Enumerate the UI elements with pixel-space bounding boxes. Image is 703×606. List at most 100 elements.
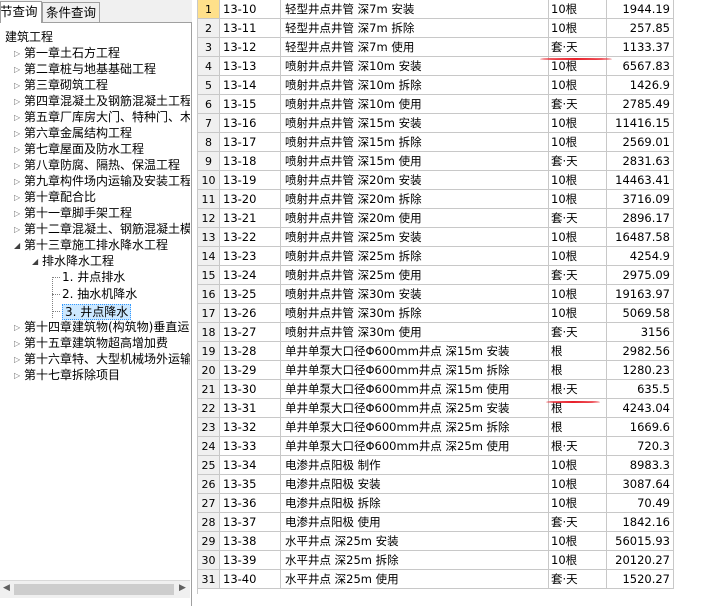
table-row[interactable]: 24 13-33 单井单泵大口径Φ600mm井点 深25m 使用 根·天 720.3 — [198, 437, 674, 456]
tree-chapter[interactable]: ▷ 第二章桩与地基基础工程 — [14, 61, 156, 77]
tree-guide-line — [52, 277, 60, 278]
tree-chapter[interactable]: ▷ 第八章防腐、隔热、保温工程 — [14, 157, 180, 173]
collapsed-arrow-icon[interactable]: ▷ — [14, 78, 24, 94]
collapsed-arrow-icon[interactable]: ▷ — [14, 368, 24, 384]
tree-chapter[interactable]: ▷ 第十一章脚手架工程 — [14, 205, 132, 221]
row-number: 9 — [198, 152, 220, 171]
table-row[interactable]: 20 13-29 单井单泵大口径Φ600mm井点 深15m 拆除根 1280.23 — [198, 361, 674, 380]
collapsed-arrow-icon[interactable]: ▷ — [14, 206, 24, 222]
quota-unit: 根 — [549, 342, 607, 361]
tree-root[interactable]: 建筑工程 — [5, 29, 53, 45]
collapsed-arrow-icon[interactable]: ▷ — [14, 174, 24, 190]
tree-chapter[interactable]: ▷ 第九章构件场内运输及安装工程 — [14, 173, 190, 189]
tree-chapter[interactable]: ◢ 第十三章施工排水降水工程 — [14, 237, 168, 253]
table-row[interactable]: 2 13-11 轻型井点井管 深7m 拆除 10根 257.85 — [198, 19, 674, 38]
quota-code: 13-25 — [220, 285, 281, 304]
collapsed-arrow-icon[interactable]: ▷ — [14, 158, 24, 174]
table-row[interactable]: 26 13-35 电渗井点阳极 安装 10根 3087.64 — [198, 475, 674, 494]
table-row[interactable]: 10 13-19 喷射井点井管 深20m 安装 10根 14463.41 — [198, 171, 674, 190]
scroll-left-icon[interactable]: ◀ — [3, 583, 10, 593]
tree-node-label: 第六章金属结构工程 — [24, 126, 133, 140]
tree-chapter[interactable]: ▷ 第十四章建筑物(构筑物)垂直运输 — [14, 319, 190, 335]
table-row[interactable]: 1 13-10 轻型井点井管 深7m 安装 10根 1944.19 — [198, 0, 674, 19]
tree-leaf[interactable]: 2. 抽水机降水 — [62, 286, 137, 302]
quota-price: 1426.9 — [607, 76, 674, 95]
table-row[interactable]: 13 13-22 喷射井点井管 深25m 安装 10根 16487.58 — [198, 228, 674, 247]
expanded-arrow-icon[interactable]: ◢ — [14, 238, 24, 254]
tree-chapter[interactable]: ▷ 第十五章建筑物超高增加费 — [14, 335, 168, 351]
quota-unit: 10根 — [549, 19, 607, 38]
tree-leaf-selected[interactable]: 3. 井点降水 — [62, 304, 132, 320]
table-row[interactable]: 28 13-37 电渗井点阳极 使用 套·天 1842.16 — [198, 513, 674, 532]
quota-name: 喷射井点井管 深25m 安装 — [281, 228, 549, 247]
scroll-right-icon[interactable]: ▶ — [179, 583, 186, 593]
table-row[interactable]: 15 13-24 喷射井点井管 深25m 使用 套·天 2975.09 — [198, 266, 674, 285]
tab-condition-query[interactable]: 条件查询 — [42, 2, 100, 22]
tree-leaf[interactable]: 1. 井点排水 — [62, 269, 125, 285]
tree-chapter[interactable]: ▷第十二章混凝土、钢筋混凝土模板及支撑工程 — [14, 221, 190, 237]
row-number: 18 — [198, 323, 220, 342]
collapsed-arrow-icon[interactable]: ▷ — [14, 126, 24, 142]
quota-unit: 套·天 — [549, 266, 607, 285]
table-row[interactable]: 4 13-13 喷射井点井管 深10m 安装 10根 6567.83 — [198, 57, 674, 76]
left-panel: 节查询 条件查询 建筑工程 ▷ 第一章土石方工程 ▷ 第二章桩与地基基础工程 ▷ 第三章砌筑… — [0, 0, 192, 606]
quota-code: 13-17 — [220, 133, 281, 152]
table-row[interactable]: 25 13-34 电渗井点阳极 制作 10根 8983.3 — [198, 456, 674, 475]
table-row[interactable]: 31 13-40 水平井点 深25m 使用 套·天 1520.27 — [198, 570, 674, 589]
row-number: 5 — [198, 76, 220, 95]
horizontal-scrollbar[interactable]: ◀ ▶ — [0, 580, 190, 598]
quota-code: 13-11 — [220, 19, 281, 38]
quota-price: 3716.09 — [607, 190, 674, 209]
table-row[interactable]: 30 13-39 水平井点 深25m 拆除 10根 20120.27 — [198, 551, 674, 570]
expanded-arrow-icon[interactable]: ◢ — [32, 254, 42, 270]
table-row[interactable]: 7 13-16 喷射井点井管 深15m 安装 10根 11416.15 — [198, 114, 674, 133]
quota-price: 2982.56 — [607, 342, 674, 361]
quota-code: 13-28 — [220, 342, 281, 361]
tab-section-query[interactable]: 节查询 — [0, 1, 42, 23]
collapsed-arrow-icon[interactable]: ▷ — [14, 336, 24, 352]
collapsed-arrow-icon[interactable]: ▷ — [14, 222, 24, 238]
collapsed-arrow-icon[interactable]: ▷ — [14, 110, 24, 126]
tree-chapter[interactable]: ▷ 第四章混凝土及钢筋混凝土工程 — [14, 93, 190, 109]
table-row[interactable]: 14 13-23 喷射井点井管 深25m 拆除 10根 4254.9 — [198, 247, 674, 266]
table-row[interactable]: 27 13-36 电渗井点阳极 拆除 10根 70.49 — [198, 494, 674, 513]
tree-chapter[interactable]: ▷ 第十六章特、大型机械场外运输 — [14, 351, 190, 367]
tree-chapter[interactable]: ▷ 第七章屋面及防水工程 — [14, 141, 144, 157]
quota-code: 13-23 — [220, 247, 281, 266]
tree-chapter[interactable]: ▷ 第十章配合比 — [14, 189, 96, 205]
scrollbar-thumb[interactable] — [14, 584, 174, 595]
quota-code: 13-19 — [220, 171, 281, 190]
collapsed-arrow-icon[interactable]: ▷ — [14, 190, 24, 206]
table-row[interactable]: 19 13-28 单井单泵大口径Φ600mm井点 深15m 安装根 2982.56 — [198, 342, 674, 361]
collapsed-arrow-icon[interactable]: ▷ — [14, 46, 24, 62]
table-row[interactable]: 5 13-14 喷射井点井管 深10m 拆除 10根 1426.9 — [198, 76, 674, 95]
collapsed-arrow-icon[interactable]: ▷ — [14, 142, 24, 158]
table-row[interactable]: 3 13-12 轻型井点井管 深7m 使用 套·天 1133.37 — [198, 38, 674, 57]
table-row[interactable]: 8 13-17 喷射井点井管 深15m 拆除 10根 2569.01 — [198, 133, 674, 152]
collapsed-arrow-icon[interactable]: ▷ — [14, 62, 24, 78]
collapsed-arrow-icon[interactable]: ▷ — [14, 320, 24, 336]
quota-unit: 套·天 — [549, 209, 607, 228]
quota-name: 喷射井点井管 深20m 使用 — [281, 209, 549, 228]
tree-chapter[interactable]: ▷ 第一章土石方工程 — [14, 45, 120, 61]
table-row[interactable]: 16 13-25 喷射井点井管 深30m 安装 10根 19163.97 — [198, 285, 674, 304]
table-row[interactable]: 29 13-38 水平井点 深25m 安装 10根 56015.93 — [198, 532, 674, 551]
annotation-underline — [540, 58, 612, 60]
tree-chapter[interactable]: ▷第五章厂库房大门、特种门、木结构工程 — [14, 109, 190, 125]
tree-chapter[interactable]: ▷ 第三章砌筑工程 — [14, 77, 108, 93]
table-row[interactable]: 17 13-26 喷射井点井管 深30m 拆除 10根 5069.58 — [198, 304, 674, 323]
table-row[interactable]: 9 13-18 喷射井点井管 深15m 使用 套·天 2831.63 — [198, 152, 674, 171]
table-row[interactable]: 12 13-21 喷射井点井管 深20m 使用 套·天 2896.17 — [198, 209, 674, 228]
table-row[interactable]: 6 13-15 喷射井点井管 深10m 使用 套·天 2785.49 — [198, 95, 674, 114]
collapsed-arrow-icon[interactable]: ▷ — [14, 352, 24, 368]
table-row[interactable]: 11 13-20 喷射井点井管 深20m 拆除 10根 3716.09 — [198, 190, 674, 209]
quota-price: 4254.9 — [607, 247, 674, 266]
table-row[interactable]: 21 13-30 单井单泵大口径Φ600mm井点 深15m 使用 根·天 635.5 — [198, 380, 674, 399]
table-row[interactable]: 23 13-32 单井单泵大口径Φ600mm井点 深25m 拆除根 1669.6 — [198, 418, 674, 437]
tree-chapter[interactable]: ▷ 第十七章拆除项目 — [14, 367, 120, 383]
table-row[interactable]: 18 13-27 喷射井点井管 深30m 使用 套·天 3156 — [198, 323, 674, 342]
tree-chapter[interactable]: ▷ 第六章金属结构工程 — [14, 125, 132, 141]
tree-subsection[interactable]: ◢ 排水降水工程 — [32, 253, 114, 269]
table-row[interactable]: 22 13-31 单井单泵大口径Φ600mm井点 深25m 安装根 4243.04 — [198, 399, 674, 418]
collapsed-arrow-icon[interactable]: ▷ — [14, 94, 24, 110]
